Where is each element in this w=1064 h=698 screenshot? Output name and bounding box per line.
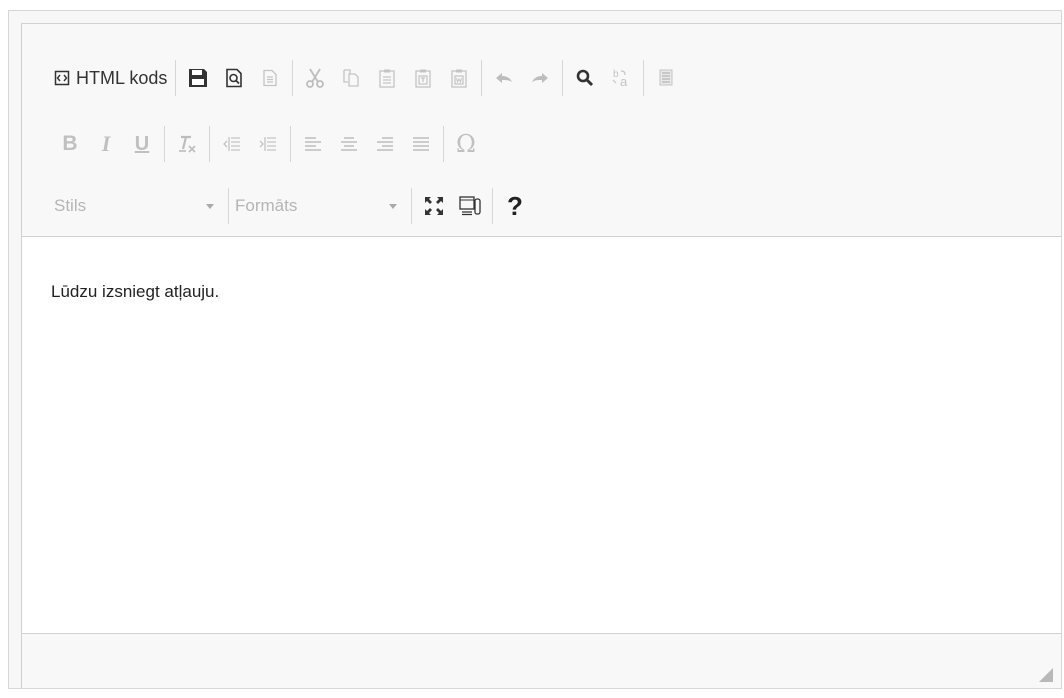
toolbar-separator — [562, 60, 564, 96]
toolbar-row-1: HTML kods b a — [52, 58, 684, 98]
style-combo-label: Stils — [54, 196, 87, 215]
toolbar-row-3: Stils Formāts ? — [52, 186, 533, 226]
redo-icon — [532, 73, 549, 83]
toolbar-separator — [175, 60, 177, 96]
bold-icon: B — [62, 132, 78, 155]
show-blocks-icon — [659, 69, 673, 86]
paste-text-icon — [415, 69, 432, 88]
indent-icon — [259, 137, 276, 151]
remove-format-button[interactable] — [169, 126, 205, 162]
preview-button[interactable] — [216, 60, 252, 96]
paste-text-button[interactable] — [405, 60, 441, 96]
outdent-button[interactable] — [214, 126, 250, 162]
justify-button[interactable] — [403, 126, 439, 162]
copy-button[interactable] — [333, 60, 369, 96]
show-blocks-button[interactable] — [648, 60, 684, 96]
toolbar-separator — [164, 126, 165, 162]
toolbar-separator — [292, 60, 294, 96]
justify-icon — [413, 137, 429, 151]
special-char-button[interactable]: Ω — [448, 126, 484, 162]
toolbar-separator — [290, 126, 291, 162]
outdent-icon — [223, 137, 240, 151]
replace-icon: b a — [612, 69, 628, 88]
italic-button[interactable]: I — [88, 126, 124, 162]
align-right-icon — [377, 137, 393, 151]
bold-button[interactable]: B — [52, 126, 88, 162]
editor-paragraph: Lūdzu izsniegt atļauju. — [51, 282, 220, 301]
toolbar-row-2: B I U Ω — [52, 124, 484, 164]
find-button[interactable] — [567, 60, 603, 96]
html-source-label: HTML kods — [76, 67, 168, 88]
toolbar-separator — [443, 126, 444, 162]
paste-from-word-icon — [451, 69, 468, 88]
redo-button[interactable] — [522, 60, 558, 96]
templates-button[interactable] — [252, 60, 288, 96]
show-blocks-toggle-button[interactable] — [452, 188, 488, 224]
help-button[interactable]: ? — [497, 188, 533, 224]
toolbar-separator — [209, 126, 210, 162]
editor-frame: HTML kods b a B I U Ω Stils Formāts ? Lū… — [21, 23, 1061, 688]
source-code-icon — [54, 70, 70, 86]
blocks-icon — [459, 196, 481, 216]
toolbar-separator — [643, 60, 645, 96]
align-center-icon — [341, 137, 357, 151]
preview-icon — [226, 68, 243, 88]
underline-button[interactable]: U — [124, 126, 160, 162]
rich-text-editor: HTML kods b a B I U Ω Stils Formāts ? Lū… — [8, 10, 1062, 689]
format-combo-label: Formāts — [235, 196, 298, 215]
html-source-button[interactable]: HTML kods — [52, 60, 171, 96]
chevron-down-icon — [389, 203, 397, 209]
search-icon — [577, 69, 594, 87]
paste-word-button[interactable] — [441, 60, 477, 96]
align-center-button[interactable] — [331, 126, 367, 162]
style-combo[interactable]: Stils — [52, 188, 224, 224]
undo-icon — [496, 73, 513, 83]
toolbar-separator — [481, 60, 483, 96]
help-icon: ? — [507, 190, 523, 221]
omega-icon: Ω — [456, 130, 476, 158]
cut-icon — [306, 68, 325, 88]
italic-icon: I — [101, 131, 111, 156]
paste-icon — [379, 69, 396, 88]
format-combo[interactable]: Formāts — [233, 188, 407, 224]
remove-format-icon — [179, 135, 196, 153]
align-left-button[interactable] — [295, 126, 331, 162]
underline-icon: U — [134, 132, 150, 155]
indent-button[interactable] — [250, 126, 286, 162]
svg-text:a: a — [620, 74, 628, 88]
new-page-icon — [263, 69, 278, 87]
toolbar-separator — [411, 188, 412, 224]
align-left-icon — [305, 137, 321, 151]
chevron-down-icon — [206, 203, 214, 209]
save-button[interactable] — [180, 60, 216, 96]
replace-button[interactable]: b a — [603, 60, 639, 96]
svg-text:b: b — [613, 69, 619, 80]
align-right-button[interactable] — [367, 126, 403, 162]
maximize-icon — [425, 197, 443, 215]
maximize-button[interactable] — [416, 188, 452, 224]
toolbar-separator — [492, 188, 493, 224]
paste-button[interactable] — [369, 60, 405, 96]
toolbar-separator — [228, 188, 229, 224]
save-icon — [189, 69, 208, 87]
resize-handle-icon[interactable] — [1039, 668, 1053, 682]
copy-icon — [343, 69, 360, 87]
undo-button[interactable] — [486, 60, 522, 96]
cut-button[interactable] — [297, 60, 333, 96]
editor-toolbar: HTML kods b a B I U Ω Stils Formāts ? — [22, 24, 1061, 237]
editor-content-area[interactable]: Lūdzu izsniegt atļauju. — [22, 237, 1061, 634]
